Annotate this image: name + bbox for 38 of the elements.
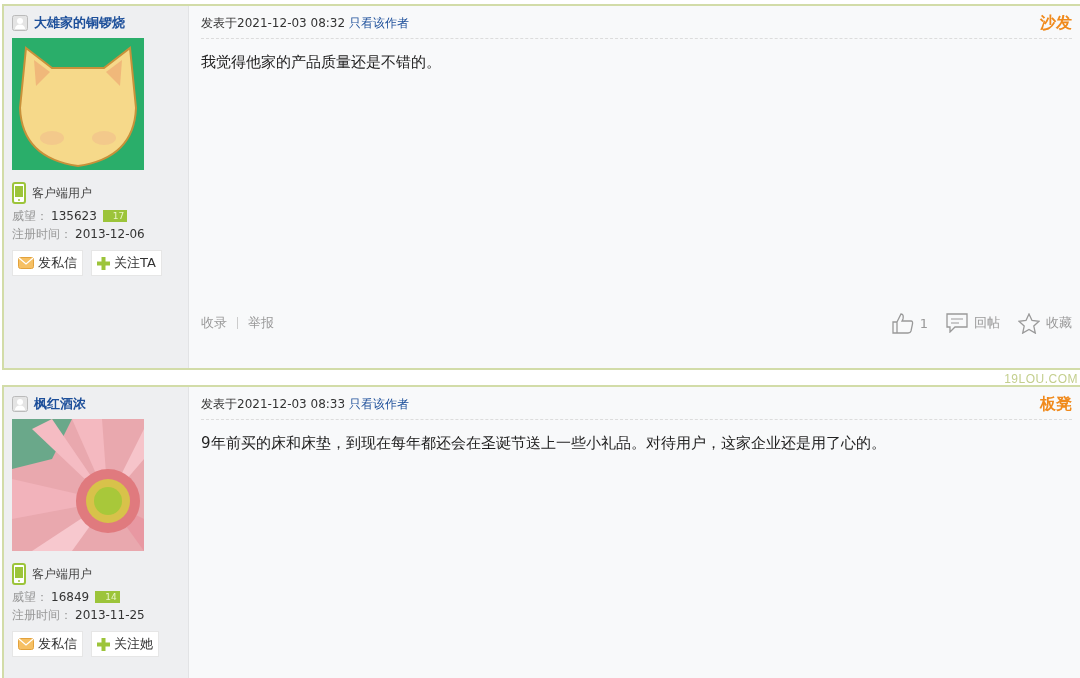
reputation-value: 16849: [51, 589, 90, 605]
thumbs-up-icon: [891, 312, 914, 334]
registered-label: 注册时间：: [12, 607, 72, 623]
site-mark: 19LOU.COM: [1004, 374, 1079, 385]
author-link[interactable]: 枫红酒浓: [34, 395, 86, 413]
registered-label: 注册时间：: [12, 226, 72, 242]
client-label: 客户端用户: [32, 565, 92, 583]
registered-date: 2013-12-06: [75, 226, 145, 242]
level-badge: 17: [102, 210, 128, 222]
author-only-link[interactable]: 只看该作者: [349, 395, 410, 413]
floor-label: 沙发: [1040, 12, 1072, 34]
message-button[interactable]: 发私信: [12, 250, 83, 276]
follow-button[interactable]: 关注TA: [91, 250, 162, 276]
post-time: 发表于2021-12-03 08:32: [201, 14, 346, 32]
reputation-value: 135623: [51, 208, 97, 224]
follow-button[interactable]: 关注她: [91, 631, 159, 657]
comment-icon: [946, 313, 968, 333]
post-time: 发表于2021-12-03 08:33: [201, 395, 346, 413]
reputation-label: 威望：: [12, 208, 48, 224]
phone-icon: [12, 182, 26, 204]
floor-label: 板凳: [1040, 393, 1072, 415]
plus-icon: [97, 256, 110, 270]
level-badge: 14: [95, 591, 120, 603]
post-body: 9年前买的床和床垫，到现在每年都还会在圣诞节送上一些小礼品。对待用户，这家企业还是用了心的。: [201, 434, 887, 454]
star-icon: [1018, 312, 1040, 334]
envelope-icon: [18, 638, 34, 650]
phone-icon: [12, 563, 26, 585]
message-button[interactable]: 发私信: [12, 631, 83, 657]
client-label: 客户端用户: [32, 184, 92, 202]
user-icon: [12, 15, 28, 31]
reputation-label: 威望：: [12, 589, 48, 605]
author-link[interactable]: 大雄家的铜锣烧: [34, 14, 125, 32]
registered-date: 2013-11-25: [75, 607, 145, 623]
author-only-link[interactable]: 只看该作者: [349, 14, 410, 32]
post-body: 我觉得他家的产品质量还是不错的。: [201, 53, 442, 73]
user-icon: [12, 396, 28, 412]
envelope-icon: [18, 257, 34, 269]
plus-icon: [97, 637, 110, 651]
